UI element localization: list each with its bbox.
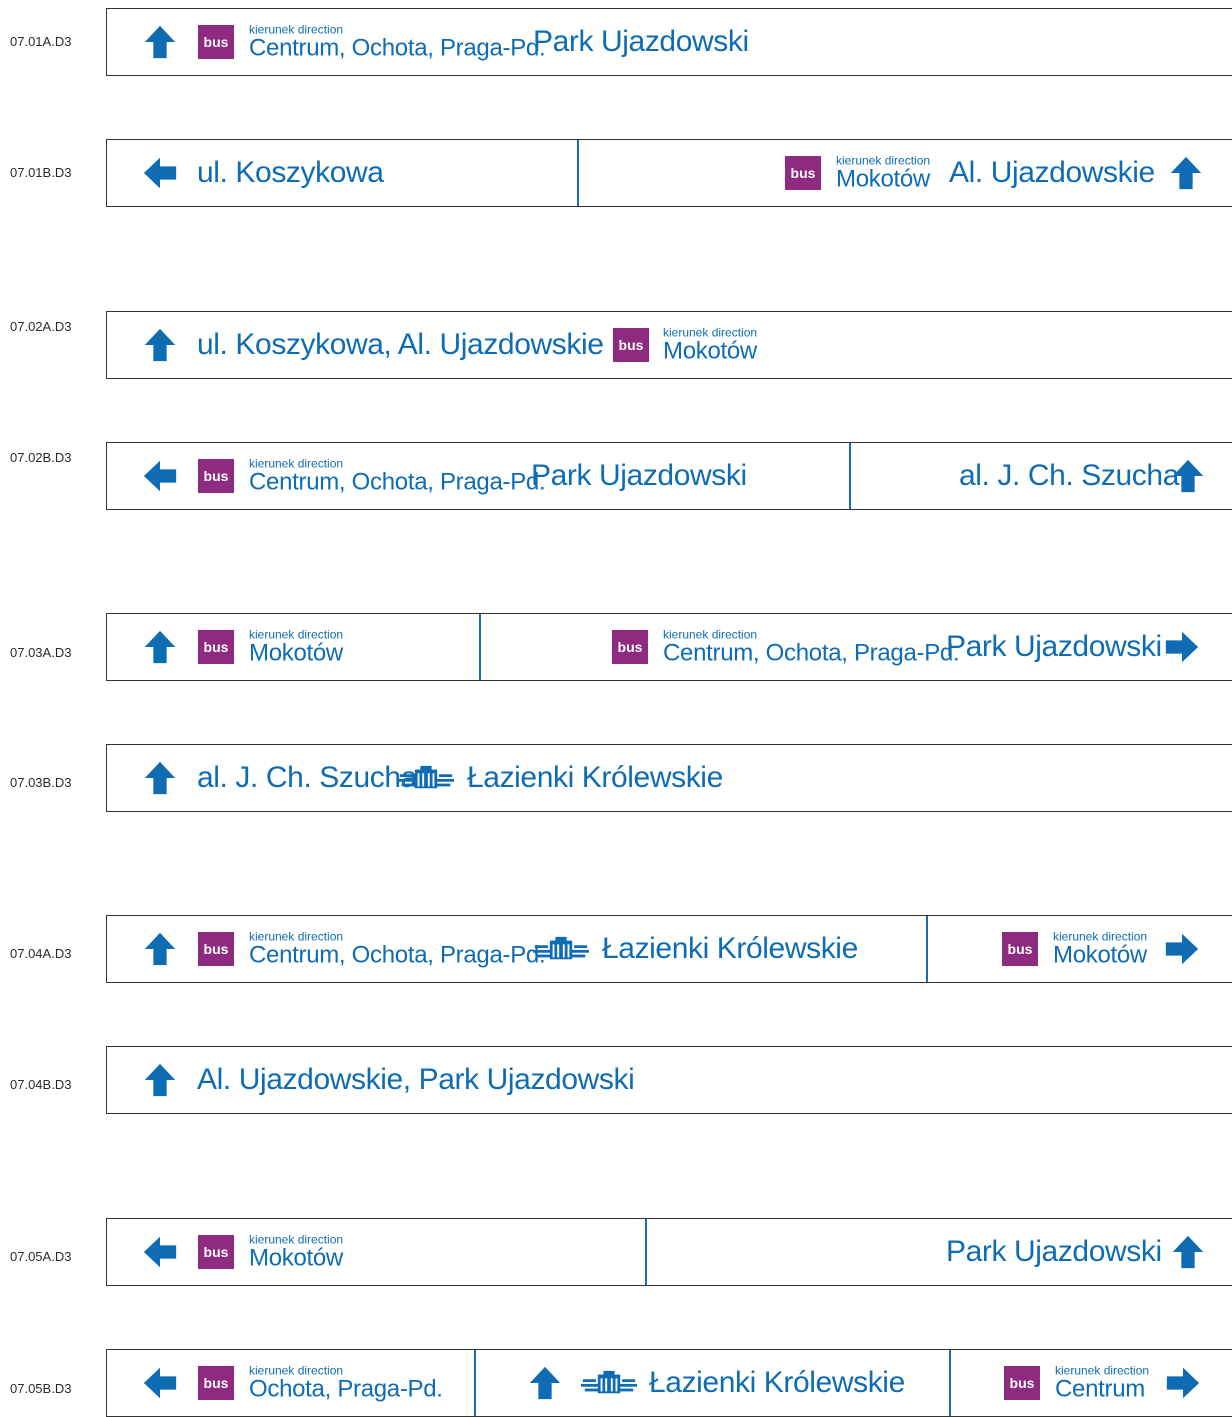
bus-badge: bus [198,1366,234,1400]
sign-07-01a: bus kierunek direction Centrum, Ochota, … [106,8,1232,76]
direction-destination: Ochota, Praga-Pd. [249,1375,443,1403]
direction-block: kierunek direction Centrum, Ochota, Prag… [249,24,546,62]
destination-text: Park Ujazdowski [946,1235,1162,1268]
street-text: al. J. Ch. Szucha [959,459,1179,492]
sign-section-right: bus kierunek direction Centrum [949,1350,1232,1416]
street-text: ul. Koszykowa, Al. Ujazdowskie [197,328,604,361]
bus-badge: bus [785,156,821,190]
destination-text: Łazienki Królewskie [602,932,858,965]
sign-code: 07.01A.D3 [10,34,72,49]
direction-destination: Mokotów [249,639,343,667]
destination-text: Park Ujazdowski [531,459,747,492]
sign-section-right: bus kierunek direction Centrum, Ochota, … [479,614,1232,680]
sign-code: 07.05A.D3 [10,1249,72,1264]
sign-code: 07.04A.D3 [10,946,72,961]
arrow-up-icon [1169,1233,1207,1271]
arrow-up-icon [1167,154,1205,192]
destination-text: Park Ujazdowski [946,630,1162,663]
bus-badge: bus [198,630,234,664]
destination-text: Park Ujazdowski [533,25,749,58]
direction-block: kierunek direction Centrum, Ochota, Prag… [249,931,546,969]
arrow-right-icon [1163,930,1201,968]
arrow-up-icon [141,759,179,797]
direction-block: kierunek direction Mokotów [1053,931,1147,968]
sign-07-04b: Al. Ujazdowskie, Park Ujazdowski [106,1046,1232,1114]
arrow-left-icon [141,457,179,495]
sign-07-03a: bus kierunek direction Mokotów bus kieru… [106,613,1232,681]
direction-block: kierunek direction Mokotów [249,1234,343,1271]
sign-code: 07.05B.D3 [10,1381,72,1396]
bus-badge: bus [198,459,234,493]
sign-code: 07.02A.D3 [10,319,72,334]
direction-destination: Mokotów [836,165,930,193]
destination-text: Łazienki Królewskie [649,1366,905,1399]
palace-icon [397,764,455,792]
sign-07-05b: bus kierunek direction Ochota, Praga-Pd.… [106,1349,1232,1417]
bus-badge: bus [612,630,648,664]
street-text: al. J. Ch. Szucha [197,761,417,794]
sign-section-right: Park Ujazdowski [645,1219,1232,1285]
direction-destination: Centrum, Ochota, Praga-Pd. [249,468,546,496]
arrow-up-icon [141,326,179,364]
bus-badge: bus [198,1235,234,1269]
destination-text: Łazienki Królewskie [467,761,723,794]
sign-07-02a: ul. Koszykowa, Al. Ujazdowskie bus kieru… [106,311,1232,379]
sign-07-03b: al. J. Ch. Szucha Łazienki Królewskie [106,744,1232,812]
sign-code: 07.03B.D3 [10,775,72,790]
arrow-up-icon [141,930,179,968]
arrow-up-icon [1169,457,1207,495]
direction-block: kierunek direction Ochota, Praga-Pd. [249,1365,443,1402]
direction-destination: Centrum, Ochota, Praga-Pd. [249,34,546,62]
sign-code: 07.01B.D3 [10,165,72,180]
direction-block: kierunek direction Centrum, Ochota, Prag… [663,629,960,667]
direction-destination: Mokotów [249,1244,343,1272]
palace-icon [580,1369,638,1397]
direction-destination: Centrum, Ochota, Praga-Pd. [663,639,960,667]
sign-07-05a: bus kierunek direction Mokotów Park Ujaz… [106,1218,1232,1286]
direction-block: kierunek direction Mokotów [249,629,343,666]
sign-code: 07.02B.D3 [10,450,72,465]
arrow-left-icon [141,1233,179,1271]
sign-code: 07.04B.D3 [10,1077,72,1092]
sign-section-right: bus kierunek direction Mokotów Al. Ujazd… [577,140,1232,206]
arrow-right-icon [1163,628,1201,666]
sign-section-right: bus kierunek direction Mokotów [926,916,1232,982]
sign-code: 07.03A.D3 [10,645,72,660]
sign-section-middle: Łazienki Królewskie [474,1350,951,1416]
sign-07-01b: ul. Koszykowa bus kierunek direction Mok… [106,139,1232,207]
arrow-left-icon [141,154,179,192]
bus-badge: bus [613,328,649,362]
direction-block: kierunek direction Mokotów [836,155,930,192]
arrow-up-icon [141,628,179,666]
palace-icon [532,935,590,963]
arrow-up-icon [526,1364,564,1402]
sign-07-02b: bus kierunek direction Centrum, Ochota, … [106,442,1232,510]
direction-block: kierunek direction Centrum, Ochota, Prag… [249,458,546,496]
direction-destination: Mokotów [1053,941,1147,969]
direction-destination: Centrum, Ochota, Praga-Pd. [249,941,546,969]
arrow-left-icon [141,1364,179,1402]
street-text: Al. Ujazdowskie [949,156,1155,189]
bus-badge: bus [1004,1366,1040,1400]
bus-badge: bus [198,25,234,59]
bus-badge: bus [1002,932,1038,966]
direction-destination: Mokotów [663,337,757,365]
arrow-up-icon [141,1061,179,1099]
street-text: Al. Ujazdowskie, Park Ujazdowski [197,1063,635,1096]
arrow-right-icon [1164,1364,1202,1402]
direction-destination: Centrum [1055,1375,1145,1403]
direction-block: kierunek direction Centrum [1055,1365,1149,1402]
direction-block: kierunek direction Mokotów [663,327,757,364]
street-text: ul. Koszykowa [197,156,384,189]
sign-section-right: al. J. Ch. Szucha [849,443,1232,509]
arrow-up-icon [141,23,179,61]
sign-07-04a: bus kierunek direction Centrum, Ochota, … [106,915,1232,983]
bus-badge: bus [198,932,234,966]
